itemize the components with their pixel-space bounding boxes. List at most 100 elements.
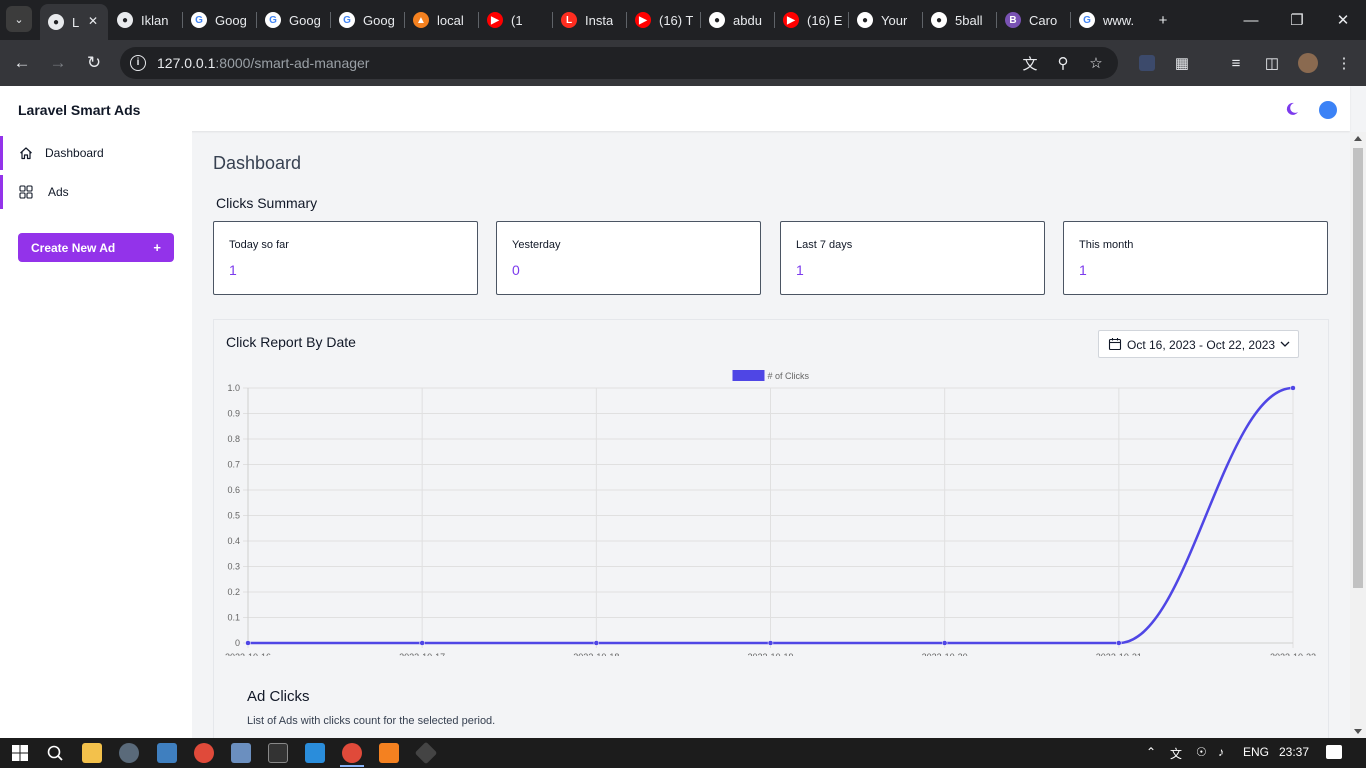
settings-app-icon[interactable]: [119, 743, 139, 763]
clicks-line-chart: 0 0.1 0.2 0.3 0.4 0.5 0.6 0.7 0.8 0.9 1.0 2023-10-1…: [225, 370, 1316, 656]
back-button[interactable]: ←: [10, 51, 34, 75]
translate-icon[interactable]: 文: [1020, 53, 1040, 73]
browser-tab[interactable]: ▶ (16) T: [627, 6, 700, 34]
x-tick-label: 2023-10-16: [225, 652, 271, 656]
data-point: [1290, 385, 1296, 391]
tab-title: Insta: [585, 12, 614, 28]
y-tick-label: 0.2: [227, 587, 240, 597]
browser-tab[interactable]: ▶ (1: [479, 6, 552, 34]
chrome-taskbar-icon[interactable]: [194, 743, 214, 763]
browser-tab[interactable]: ● Iklan: [109, 6, 182, 34]
search-icon[interactable]: [45, 743, 65, 763]
browser-tab[interactable]: ● L ✕: [40, 4, 108, 40]
vscode-icon[interactable]: [305, 743, 325, 763]
file-explorer-icon[interactable]: [82, 743, 102, 763]
minimize-button[interactable]: —: [1228, 0, 1274, 40]
tab-title: Caro: [1029, 12, 1058, 28]
forward-button[interactable]: →: [46, 51, 70, 75]
extension-cursor-icon[interactable]: [1136, 52, 1158, 74]
x-tick-label: 2023-10-22: [1270, 652, 1316, 656]
terminal-icon[interactable]: [268, 743, 288, 763]
tab-search-button[interactable]: ⌄: [6, 6, 32, 32]
sidebar-item-ads[interactable]: Ads: [0, 175, 192, 209]
active-indicator: [0, 136, 3, 170]
tab-title: Your: [881, 12, 908, 28]
tab-title: (16) E: [807, 12, 843, 28]
tab-title: Goog: [289, 12, 321, 28]
ime-icon[interactable]: 文: [1170, 745, 1182, 762]
zoom-icon[interactable]: ⚲: [1053, 53, 1073, 73]
x-tick-label: 2023-10-21: [1096, 652, 1142, 656]
top-navbar: Laravel Smart Ads: [0, 86, 1350, 131]
browser-tab[interactable]: G Goog: [331, 6, 404, 34]
close-tab-icon[interactable]: ✕: [88, 14, 98, 28]
clicks-summary-title: Clicks Summary: [216, 195, 318, 211]
address-bar[interactable]: i 127.0.0.1:8000/smart-ad-manager 文 ⚲ ☆: [120, 47, 1118, 79]
browser-tab[interactable]: ● Your: [849, 6, 922, 34]
y-tick-label: 0: [235, 638, 240, 648]
brand-title[interactable]: Laravel Smart Ads: [18, 102, 140, 118]
site-info-icon[interactable]: i: [130, 55, 146, 71]
keyboard-app-icon[interactable]: [231, 743, 251, 763]
side-panel-icon[interactable]: ◫: [1261, 52, 1283, 74]
extensions-puzzle-icon[interactable]: ▦: [1171, 52, 1193, 74]
browser-tab[interactable]: G Goog: [183, 6, 256, 34]
git-icon[interactable]: [414, 741, 438, 765]
y-tick-label: 1.0: [227, 383, 240, 393]
summary-card-yesterday: Yesterday 0: [496, 221, 761, 295]
sidebar: Dashboard Ads Create New Ad +: [0, 131, 192, 738]
dark-mode-moon-icon[interactable]: [1284, 101, 1300, 117]
youtube-icon: ▶: [783, 12, 799, 28]
chrome-active-icon[interactable]: [342, 743, 362, 763]
close-window-button[interactable]: ✕: [1320, 0, 1366, 40]
browser-menu-icon[interactable]: ⋮: [1333, 52, 1355, 74]
restore-button[interactable]: ❐: [1274, 0, 1320, 40]
clock[interactable]: 23:37: [1279, 745, 1309, 759]
plus-icon: +: [153, 240, 161, 255]
profile-avatar-icon[interactable]: [1297, 52, 1319, 74]
media-control-icon[interactable]: ≡: [1225, 52, 1247, 74]
create-new-ad-button[interactable]: Create New Ad +: [18, 233, 174, 262]
browser-tab[interactable]: ● abdu: [701, 6, 774, 34]
volume-icon[interactable]: ♪: [1218, 745, 1224, 759]
notepad-icon[interactable]: [157, 743, 177, 763]
scrollbar-thumb[interactable]: [1353, 148, 1363, 588]
browser-tab[interactable]: ● 5ball: [923, 6, 996, 34]
user-avatar[interactable]: [1319, 101, 1337, 119]
card-label: Yesterday: [512, 239, 561, 251]
ad-clicks-subtitle: List of Ads with clicks count for the se…: [247, 715, 496, 727]
language-indicator[interactable]: ENG: [1243, 745, 1269, 759]
laravel-icon: L: [561, 12, 577, 28]
tray-chevron-icon[interactable]: ⌃: [1146, 745, 1156, 759]
date-range-picker[interactable]: Oct 16, 2023 - Oct 22, 2023: [1098, 330, 1299, 358]
x-tick-label: 2023-10-18: [573, 652, 619, 656]
calendar-icon: [1108, 338, 1122, 351]
sidebar-item-dashboard[interactable]: Dashboard: [0, 136, 192, 170]
tab-title: Goog: [363, 12, 395, 28]
tab-title: abdu: [733, 12, 762, 28]
card-value: 1: [796, 262, 804, 278]
y-tick-label: 0.6: [227, 485, 240, 495]
data-point: [593, 640, 600, 646]
browser-tab[interactable]: L Insta: [553, 6, 626, 34]
browser-tab[interactable]: ▶ (16) E: [775, 6, 848, 34]
card-value: 0: [512, 262, 520, 278]
notifications-icon[interactable]: [1326, 745, 1342, 759]
wifi-icon[interactable]: ☉: [1196, 745, 1207, 759]
new-tab-button[interactable]: +: [1140, 0, 1186, 40]
tab-title: local: [437, 12, 464, 28]
windows-start-icon[interactable]: [10, 743, 30, 763]
browser-tab[interactable]: Gwww.: [1071, 6, 1144, 34]
sidebar-item-label: Ads: [48, 185, 69, 199]
page-scrollbar[interactable]: [1350, 132, 1366, 738]
ad-clicks-title: Ad Clicks: [247, 688, 310, 705]
bookmark-star-icon[interactable]: ☆: [1086, 53, 1106, 73]
globe-icon: ●: [117, 12, 133, 28]
scroll-up-arrow[interactable]: [1354, 136, 1362, 141]
browser-tab[interactable]: B Caro: [997, 6, 1070, 34]
xampp-icon[interactable]: [379, 743, 399, 763]
browser-tab[interactable]: G Goog: [257, 6, 330, 34]
browser-tab[interactable]: ▲ local: [405, 6, 478, 34]
reload-button[interactable]: ↻: [82, 51, 106, 75]
scroll-down-arrow[interactable]: [1354, 729, 1362, 734]
